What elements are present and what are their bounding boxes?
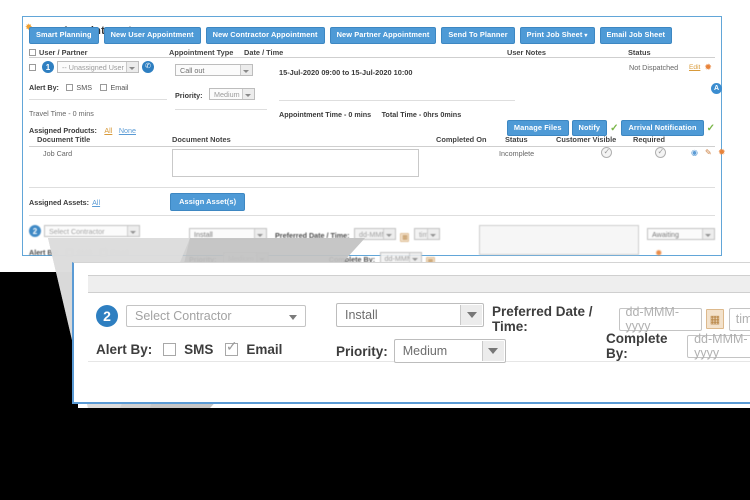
magnified-complete-by-group: Complete By: dd-MMM-yyyy ▦ xyxy=(606,331,750,361)
document-notes-input[interactable] xyxy=(172,149,419,177)
screenshot-root: Appointments ✸ Smart Planning New User A… xyxy=(0,0,750,500)
backdrop-dark-bottom xyxy=(0,408,750,500)
col-doc-status: Status xyxy=(505,135,528,144)
magnified-preferred-date-input[interactable]: dd-MMM-yyyy xyxy=(619,308,703,331)
magnified-type-group: Install xyxy=(336,303,484,327)
magnified-header-bar xyxy=(88,275,750,293)
magnified-email-label: Email xyxy=(246,342,282,357)
assets-all-link[interactable]: All xyxy=(92,198,100,207)
appointments-panel: Appointments ✸ Smart Planning New User A… xyxy=(22,16,722,256)
assigned-assets-label: Assigned Assets: xyxy=(29,198,89,207)
alert-by-label: Alert By: xyxy=(29,83,59,92)
col-status: Status xyxy=(614,42,715,60)
select-all-checkbox[interactable] xyxy=(29,49,36,56)
magnified-number-badge: 2 xyxy=(96,305,118,327)
col-completed-on: Completed On xyxy=(436,135,487,144)
document-status: Incomplete xyxy=(499,149,534,158)
magnified-contractor-select[interactable]: Select Contractor xyxy=(126,305,306,327)
magnified-priority-group: Priority: Medium xyxy=(336,339,506,363)
appointments-table-header: User / Partner Appointment Type Date / T… xyxy=(29,44,715,58)
appointment-number-badge: 1 xyxy=(42,61,54,73)
products-none-link[interactable]: None xyxy=(119,126,136,135)
appointment-time: Appointment Time - 0 mins xyxy=(279,110,371,119)
pen-icon[interactable]: ✎ xyxy=(705,148,712,157)
magnified-preferred-label: Preferred Date / Time: xyxy=(492,304,613,334)
document-row: Job Card Incomplete ◉ ✎ ✹ xyxy=(29,149,715,189)
col-user-notes: User Notes xyxy=(439,42,614,60)
edit-link[interactable]: Edit xyxy=(689,64,700,71)
contractor-status-select[interactable]: Awaiting xyxy=(647,228,715,240)
notify-tick-icon: ✓ xyxy=(610,123,618,134)
arrival-tick-icon: ✓ xyxy=(707,123,715,134)
avatar[interactable]: A xyxy=(711,83,722,94)
magnified-preferred-time-input[interactable]: time xyxy=(729,308,750,331)
magnified-priority-label: Priority: xyxy=(336,344,388,359)
magnified-alert-by-label: Alert By: xyxy=(96,342,152,357)
email-label: Email xyxy=(110,83,128,92)
phone-icon[interactable]: ✆ xyxy=(142,61,154,73)
appointment-row: 1 -- Unassigned User -- ✆ Alert By: SMS … xyxy=(29,61,715,109)
required-toggle[interactable] xyxy=(655,147,666,158)
appointment-type-select[interactable]: Call out xyxy=(175,64,253,76)
total-time: Total Time - 0hrs 0mins xyxy=(382,110,462,119)
manage-files-button[interactable]: Manage Files xyxy=(507,120,569,136)
contractor-notes-input[interactable] xyxy=(479,225,639,255)
user-select[interactable]: -- Unassigned User -- xyxy=(57,61,139,73)
magnified-sms-checkbox[interactable] xyxy=(163,343,176,356)
magnified-complete-by-input[interactable]: dd-MMM-yyyy xyxy=(687,335,750,358)
col-date-time: Date / Time xyxy=(244,42,439,60)
magnified-contractor-panel: 2 Select Contractor Alert By: SMS Email … xyxy=(72,262,750,404)
date-range: 15-Jul-2020 09:00 to 15-Jul-2020 10:00 xyxy=(279,68,413,77)
document-gear-icon[interactable]: ✹ xyxy=(718,147,726,158)
eye-icon[interactable]: ◉ xyxy=(691,148,698,157)
gear-icon[interactable]: ✹ xyxy=(704,62,712,73)
sms-label: SMS xyxy=(76,83,92,92)
assign-assets-button[interactable]: Assign Asset(s) xyxy=(170,193,245,211)
customer-visible-toggle[interactable] xyxy=(601,147,612,158)
magnified-complete-by-label: Complete By: xyxy=(606,331,681,361)
col-appointment-type: Appointment Type xyxy=(169,42,244,60)
contractor-gear-icon[interactable]: ✹ xyxy=(655,248,663,258)
products-all-link[interactable]: All xyxy=(104,126,112,135)
priority-label: Priority: xyxy=(175,91,203,100)
magnified-alert-by-group: Alert By: SMS Email xyxy=(96,341,282,359)
chevron-down-icon: ▾ xyxy=(584,33,587,39)
col-user-partner: User / Partner xyxy=(29,42,169,60)
col-document-notes: Document Notes xyxy=(172,135,231,144)
magnified-preferred-group: Preferred Date / Time: dd-MMM-yyyy ▦ tim… xyxy=(492,304,750,334)
document-buttons: Manage Files Notify ✓ Arrival Notificati… xyxy=(507,120,715,136)
magnified-sms-label: SMS xyxy=(184,342,213,357)
priority-select[interactable]: Medium xyxy=(209,88,255,100)
assigned-assets: Assigned Assets: All Assign Asset(s) xyxy=(29,193,245,211)
document-title: Job Card xyxy=(43,149,72,158)
col-customer-visible: Customer Visible xyxy=(556,135,616,144)
magnified-preferred-calendar-icon[interactable]: ▦ xyxy=(706,309,723,329)
magnified-email-checkbox[interactable] xyxy=(225,343,238,356)
magnified-type-select[interactable]: Install xyxy=(336,303,484,327)
col-document-title: Document Title xyxy=(37,135,90,144)
sms-checkbox[interactable] xyxy=(66,84,73,91)
arrival-notification-button[interactable]: Arrival Notification xyxy=(621,120,703,136)
col-required: Required xyxy=(633,135,665,144)
travel-time: Travel Time - 0 mins xyxy=(29,109,94,118)
assigned-products-label: Assigned Products: xyxy=(29,126,97,135)
magnified-contractor-group: 2 Select Contractor xyxy=(96,305,306,327)
status-badge: Not Dispatched xyxy=(629,63,685,72)
email-checkbox[interactable] xyxy=(100,84,107,91)
documents-table-header: Document Title Document Notes Completed … xyxy=(29,135,715,147)
magnified-priority-select[interactable]: Medium xyxy=(394,339,506,363)
notify-button[interactable]: Notify xyxy=(572,120,608,136)
row-select-checkbox[interactable] xyxy=(29,64,36,71)
